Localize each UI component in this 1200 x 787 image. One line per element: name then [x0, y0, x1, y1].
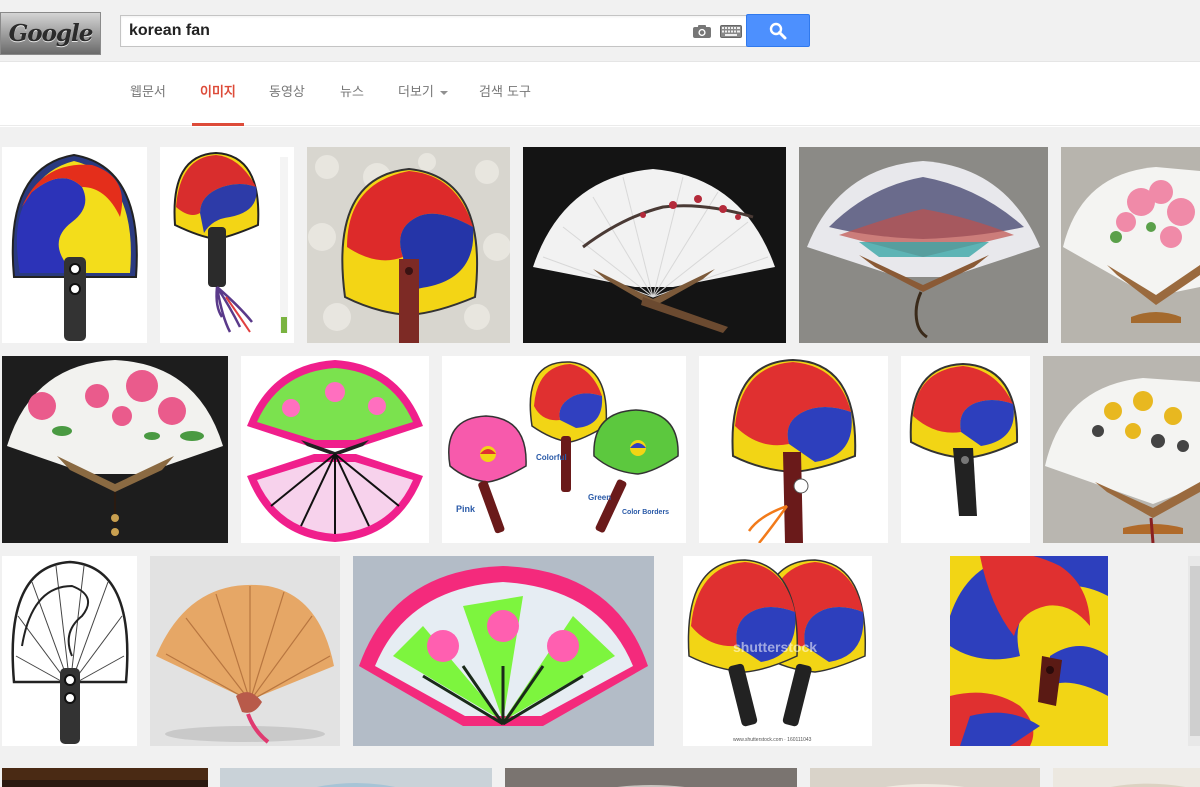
logo-text: Google [8, 20, 94, 47]
neon-feather-fan-image [353, 556, 654, 746]
image-result[interactable] [1053, 768, 1200, 787]
taegeuk-fan-orange-tassel-image [699, 356, 888, 543]
image-result[interactable] [2, 356, 228, 543]
taegeuk-fan-small-image [901, 356, 1030, 543]
caption-site: www.shutterstock.com · 160111043 [733, 737, 812, 743]
caption-green: Green [588, 493, 611, 502]
taegeuk-fan-lace-background-image [307, 147, 510, 343]
partial-dark-fan-image [2, 768, 208, 787]
image-result[interactable] [2, 768, 208, 787]
image-result[interactable] [1188, 556, 1200, 746]
tab-search-tools[interactable]: 검색 도구 [479, 62, 531, 126]
tab-news[interactable]: 뉴스 [340, 62, 364, 126]
image-results-grid: Pink Colorful Green Color Borders shutte… [0, 127, 1200, 787]
caption-colorful: Colorful [536, 453, 567, 462]
image-result[interactable] [307, 147, 510, 343]
image-result[interactable] [901, 356, 1030, 543]
partial-light-fan-image [220, 768, 492, 787]
pink-flower-fan-image [1061, 147, 1200, 343]
three-colorful-fans-image: Pink Colorful Green Color Borders [442, 356, 686, 543]
search-icon [769, 22, 787, 39]
image-result[interactable] [1061, 147, 1200, 343]
partial-grey-fan-image [505, 768, 797, 787]
image-result[interactable] [220, 768, 492, 787]
peony-fan-dark-image [2, 356, 228, 543]
camera-icon[interactable] [692, 24, 712, 39]
keyboard-icon[interactable] [720, 25, 742, 38]
taegeuk-fan-diagram-image [2, 147, 147, 343]
plum-blossom-fan-black-image [523, 147, 786, 343]
image-result[interactable] [1043, 356, 1200, 543]
partial-beige-fan-image [810, 768, 1040, 787]
chevron-down-icon [439, 90, 448, 95]
image-result[interactable] [699, 356, 888, 543]
pink-feather-fan-pair-image [241, 356, 429, 543]
tab-more[interactable]: 더보기 [398, 62, 448, 126]
image-result[interactable] [799, 147, 1048, 343]
partial-white-fan-image [1053, 768, 1200, 787]
image-result[interactable] [523, 147, 786, 343]
tab-videos[interactable]: 동영상 [269, 62, 305, 126]
caption-pink: Pink [456, 504, 476, 514]
taegeuk-fan-closeup-image [950, 556, 1108, 746]
fan-outline-diagram-image [2, 556, 137, 746]
image-result[interactable] [160, 147, 294, 343]
search-input[interactable] [129, 16, 669, 46]
two-taegeuk-fans-shutterstock-image: shutterstock www.shutterstock.com · 1601… [683, 556, 872, 746]
search-box[interactable] [120, 15, 747, 47]
taegeuk-fan-with-tassel-image [160, 147, 294, 343]
image-result[interactable] [241, 356, 429, 543]
partial-fan-image [1188, 556, 1200, 746]
tab-more-label: 더보기 [398, 85, 434, 100]
watermark-text: shutterstock [733, 639, 817, 655]
tab-images[interactable]: 이미지 [192, 62, 244, 126]
caption-color-borders: Color Borders [622, 509, 669, 516]
search-type-tabs: 웹문서 이미지 동영상 뉴스 더보기 검색 도구 [0, 62, 1200, 126]
image-result[interactable]: shutterstock www.shutterstock.com · 1601… [683, 556, 872, 746]
landscape-painted-fan-image [799, 147, 1048, 343]
google-doodle-logo[interactable]: Google [0, 12, 101, 55]
wooden-folding-fan-image [150, 556, 340, 746]
image-result[interactable] [950, 556, 1108, 746]
chrysanthemum-fan-image [1043, 356, 1200, 543]
image-result[interactable] [2, 147, 147, 343]
search-button[interactable] [746, 14, 810, 47]
top-header: Google [0, 0, 1200, 62]
image-result[interactable] [810, 768, 1040, 787]
tab-web[interactable]: 웹문서 [130, 62, 166, 126]
image-result[interactable] [150, 556, 340, 746]
image-result[interactable] [2, 556, 137, 746]
image-result[interactable]: Pink Colorful Green Color Borders [442, 356, 686, 543]
image-result[interactable] [505, 768, 797, 787]
image-result[interactable] [353, 556, 654, 746]
